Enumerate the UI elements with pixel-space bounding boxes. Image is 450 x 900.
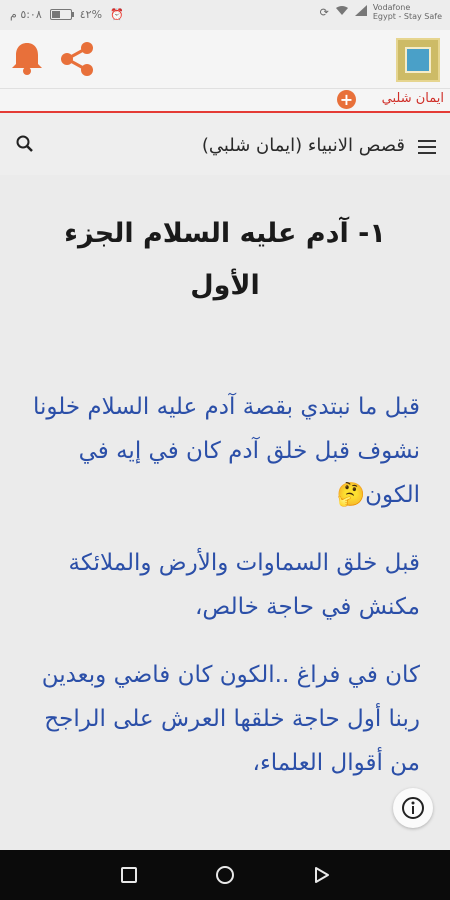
info-button[interactable] <box>393 788 433 828</box>
carrier-label: Vodafone Egypt - Stay Safe <box>373 3 442 21</box>
wifi-icon <box>335 5 349 19</box>
home-button[interactable] <box>216 866 234 884</box>
app-logo <box>396 38 440 82</box>
chapter-title: ١- آدم عليه السلام الجزء الأول <box>64 218 386 301</box>
status-bar: ٥:٠٨ م ٤٢% ⏰ ⟳ Vodafone Egypt - Stay Saf… <box>0 0 450 30</box>
story-content[interactable]: ١- آدم عليه السلام الجزء الأول قبل ما نب… <box>0 175 450 850</box>
battery-icon <box>49 9 74 20</box>
signal-icon <box>354 5 367 19</box>
search-icon[interactable] <box>14 133 36 155</box>
back-button[interactable] <box>313 866 331 884</box>
author-name[interactable]: ايمان شلبي <box>382 91 444 106</box>
info-icon <box>402 797 424 819</box>
system-nav-bar <box>0 850 450 900</box>
status-time: ٥:٠٨ م <box>10 8 42 21</box>
bell-icon[interactable] <box>10 40 44 76</box>
battery-fill <box>51 11 60 18</box>
menu-icon[interactable] <box>418 140 436 158</box>
author-bar: + ايمان شلبي <box>0 88 450 111</box>
carrier-name: Vodafone <box>372 3 411 12</box>
story-paragraph: قبل خلق السماوات والأرض والملائكة مكنش ف… <box>68 550 420 620</box>
story-paragraph: قبل ما نبتدي بقصة آدم عليه السلام خلونا … <box>32 394 420 508</box>
top-bar <box>0 30 450 88</box>
status-right: ⟳ Vodafone Egypt - Stay Safe <box>320 3 442 21</box>
app-bar: قصص الانبياء (ايمان شلبي) <box>0 113 450 175</box>
recent-apps-button[interactable] <box>121 867 137 883</box>
add-author-button[interactable]: + <box>337 90 356 109</box>
carrier-tagline: Egypt - Stay Safe <box>372 12 442 21</box>
share-icon[interactable] <box>58 40 96 78</box>
page-title: قصص الانبياء (ايمان شلبي) <box>201 135 405 156</box>
alarm-icon: ⏰ <box>110 8 124 21</box>
back-icon <box>315 867 329 883</box>
story-paragraph: كان في فراغ ..الكون كان فاضي وبعدين ربنا… <box>41 662 420 776</box>
sync-icon: ⟳ <box>319 5 329 19</box>
status-left: ٥:٠٨ م ٤٢% ⏰ <box>10 8 124 21</box>
battery-percent: ٤٢% <box>79 8 103 21</box>
